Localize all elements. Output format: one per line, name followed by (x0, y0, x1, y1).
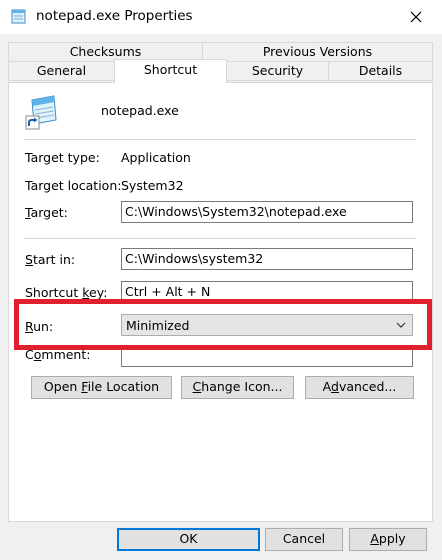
target-label-text: arget: (30, 205, 68, 220)
target-location-label: Target location: (25, 178, 122, 193)
change-icon-text: hange Icon... (201, 379, 283, 394)
target-type-label: Target type: (25, 150, 100, 165)
run-label-text: un: (33, 319, 54, 334)
run-label-accesskey: R (25, 319, 34, 334)
advanced-text: vanced... (338, 379, 397, 394)
start-in-label: Start in: (25, 252, 75, 267)
separator (24, 238, 416, 239)
title-bar[interactable]: notepad.exe Properties (0, 0, 442, 34)
ok-button[interactable]: OK (117, 528, 260, 551)
advanced-accesskey: d (331, 379, 339, 394)
start-in-label-text: tart in: (32, 252, 76, 267)
tab-details[interactable]: Details (328, 61, 433, 81)
shortcut-key-input[interactable]: Ctrl + Alt + N (121, 281, 413, 303)
start-in-input[interactable]: C:\Windows\system32 (121, 248, 413, 270)
run-label: Run: (25, 319, 53, 334)
target-label: Target: (25, 205, 68, 220)
target-location-value: System32 (121, 178, 184, 193)
target-input[interactable]: C:\Windows\System32\notepad.exe (121, 201, 413, 223)
shortcut-key-label-pre: Shortcut (25, 285, 83, 300)
apply-button[interactable]: Apply (349, 528, 427, 551)
comment-input[interactable] (121, 347, 413, 367)
properties-dialog: notepad.exe Properties Checksums Previou… (0, 0, 442, 560)
shortcut-file-name: notepad.exe (101, 103, 179, 118)
window-title: notepad.exe Properties (36, 8, 193, 24)
tab-security[interactable]: Security (226, 61, 329, 81)
tab-general[interactable]: General (8, 61, 115, 81)
tab-previous-versions[interactable]: Previous Versions (202, 42, 433, 62)
shortcut-file-icon (24, 94, 62, 132)
advanced-pre: A (322, 379, 331, 394)
close-icon (410, 11, 422, 23)
change-icon-button[interactable]: Change Icon... (181, 376, 294, 399)
advanced-button[interactable]: Advanced... (305, 376, 414, 399)
open-file-location-text: ile Location (87, 379, 160, 394)
comment-label: Comment: (25, 347, 90, 362)
close-button[interactable] (404, 5, 428, 29)
open-file-location-button[interactable]: Open File Location (31, 376, 172, 399)
shortcut-key-label-accesskey: k (82, 285, 90, 300)
tab-shortcut[interactable]: Shortcut (114, 59, 227, 83)
apply-accesskey: A (370, 531, 379, 546)
run-selected-value: Minimized (126, 318, 190, 333)
notepad-icon (10, 7, 28, 25)
target-type-value: Application (121, 150, 191, 165)
open-file-location-pre: Open (43, 379, 82, 394)
chevron-down-icon (396, 322, 406, 328)
change-icon-accesskey: C (192, 379, 202, 394)
run-dropdown[interactable]: Minimized (121, 314, 413, 336)
separator (24, 139, 416, 140)
comment-label-text: mment: (41, 347, 91, 362)
cancel-button[interactable]: Cancel (265, 528, 343, 551)
comment-label-pre: C (25, 347, 34, 362)
shortcut-key-label-text: ey: (89, 285, 108, 300)
shortcut-key-label: Shortcut key: (25, 285, 107, 300)
apply-text: pply (378, 531, 406, 546)
start-in-label-accesskey: S (25, 252, 33, 267)
